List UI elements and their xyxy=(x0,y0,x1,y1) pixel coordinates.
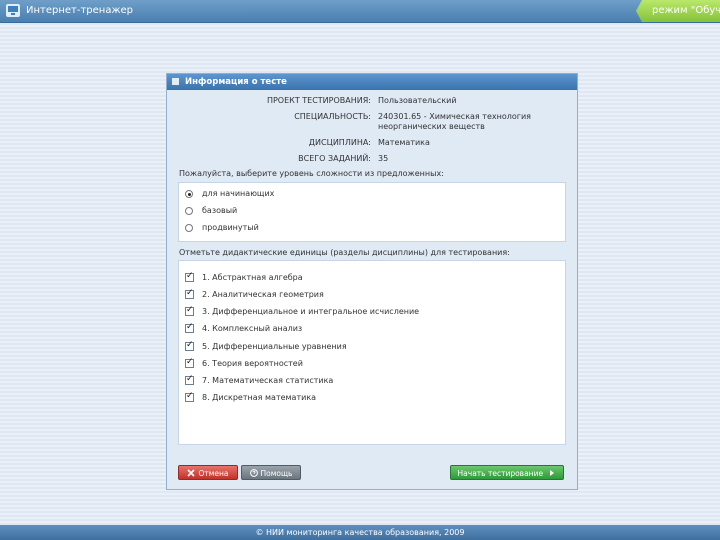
radio-button[interactable] xyxy=(185,224,193,232)
unit-label[interactable]: 2. Аналитическая геометрия xyxy=(202,290,324,299)
footer: © НИИ мониторинга качества образования, … xyxy=(0,525,720,540)
arrow-right-icon xyxy=(550,470,555,476)
info-label: ВСЕГО ЗАДАНИЙ: xyxy=(298,154,371,163)
start-test-button[interactable]: Начать тестирование xyxy=(450,465,564,480)
help-button-label: Помощь xyxy=(260,469,293,478)
info-value: Математика xyxy=(378,138,430,147)
level-prompt: Пожалуйста, выберите уровень сложности и… xyxy=(179,169,444,178)
dialog-title: Информация о тесте xyxy=(185,77,287,87)
cancel-button[interactable]: Отмена xyxy=(178,465,238,480)
close-icon xyxy=(187,469,196,477)
units-prompt: Отметьте дидактические единицы (разделы … xyxy=(179,248,510,257)
start-button-label: Начать тестирование xyxy=(457,469,544,478)
unit-label[interactable]: 7. Математическая статистика xyxy=(202,376,333,385)
info-value: 240301.65 - Химическая технология неорга… xyxy=(378,112,531,131)
info-label: ПРОЕКТ ТЕСТИРОВАНИЯ: xyxy=(266,96,371,105)
info-value: Пользовательский xyxy=(378,96,457,105)
help-button[interactable]: Помощь xyxy=(241,465,301,480)
cancel-button-label: Отмена xyxy=(198,469,229,478)
app-logo-icon xyxy=(6,4,20,17)
info-label: СПЕЦИАЛЬНОСТЬ: xyxy=(294,112,371,121)
test-info-dialog: Информация о тесте ПРОЕКТ ТЕСТИРОВАНИЯ: … xyxy=(166,73,578,490)
unit-label[interactable]: 6. Теория вероятностей xyxy=(202,359,303,368)
unit-label[interactable]: 3. Дифференциальное и интегральное исчис… xyxy=(202,307,419,316)
window-square-icon xyxy=(172,78,179,85)
checkbox[interactable] xyxy=(185,271,194,282)
radio-button[interactable] xyxy=(185,207,193,215)
help-icon xyxy=(249,469,258,477)
level-panel: для начинающих базовый продвинутый xyxy=(178,182,566,242)
mode-badge: режим "Обуче xyxy=(636,0,720,22)
checkbox[interactable] xyxy=(185,322,194,333)
app-title: Интернет-тренажер xyxy=(26,5,133,16)
unit-label[interactable]: 8. Дискретная математика xyxy=(202,393,316,402)
level-label[interactable]: базовый xyxy=(202,206,237,215)
checkbox[interactable] xyxy=(185,374,194,385)
radio-button[interactable] xyxy=(185,190,193,198)
checkbox[interactable] xyxy=(185,288,194,299)
checkbox[interactable] xyxy=(185,357,194,368)
unit-label[interactable]: 1. Абстрактная алгебра xyxy=(202,273,303,282)
info-value: 35 xyxy=(378,154,389,163)
info-label: ДИСЦИПЛИНА: xyxy=(308,138,371,147)
level-label[interactable]: для начинающих xyxy=(202,189,274,198)
checkbox[interactable] xyxy=(185,340,194,351)
checkbox[interactable] xyxy=(185,305,194,316)
unit-label[interactable]: 4. Комплексный анализ xyxy=(202,324,302,333)
unit-label[interactable]: 5. Дифференциальные уравнения xyxy=(202,342,347,351)
level-label[interactable]: продвинутый xyxy=(202,223,259,232)
top-bar: Интернет-тренажер режим "Обуче xyxy=(0,0,720,23)
dialog-header: Информация о тесте xyxy=(167,74,577,90)
units-panel: 1. Абстрактная алгебра 2. Аналитическая … xyxy=(178,260,566,445)
checkbox[interactable] xyxy=(185,391,194,402)
